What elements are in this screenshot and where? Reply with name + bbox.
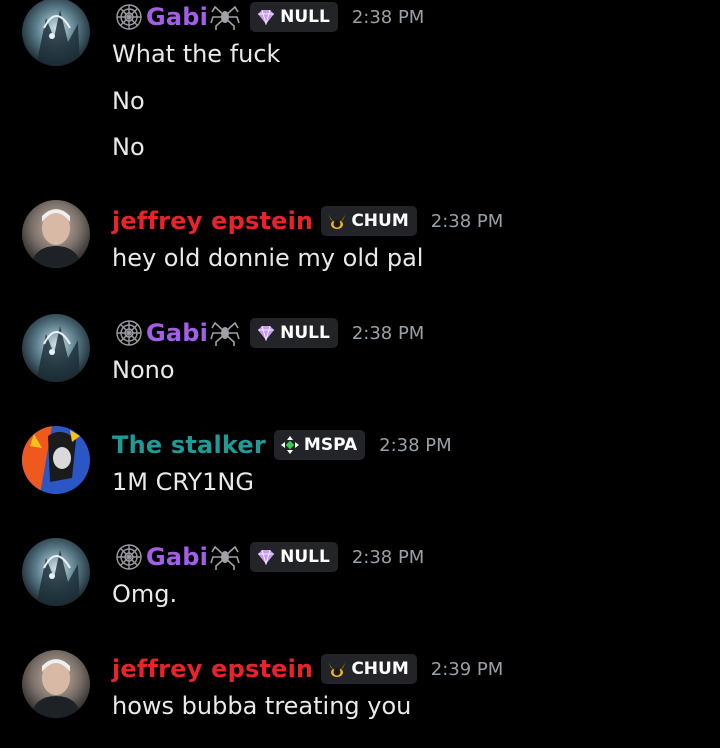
horns-icon [327,659,347,679]
message-text: hows bubba treating you [112,692,412,720]
badge-label: MSPA [303,435,358,455]
message-text: What the fuck [112,40,281,68]
horns-icon [327,211,347,231]
timestamp: 2:38 PM [351,322,425,344]
timestamp: 2:38 PM [351,546,425,568]
badge-label: NULL [280,547,330,567]
role-badge[interactable]: CHUM [321,654,417,684]
message-text: 1M CRY1NG [112,468,254,496]
badge-label: CHUM [351,211,409,231]
gabi-avatar[interactable] [22,538,90,606]
stalker-avatar[interactable] [22,426,90,494]
gem-icon [256,7,276,27]
username[interactable]: Gabi [146,3,208,31]
spider-icon [208,318,242,348]
gabi-avatar[interactable] [22,314,90,382]
diamond-arrows-icon [280,435,300,455]
message-text: Omg. [112,580,178,608]
role-badge[interactable]: NULL [250,318,338,348]
message-text: No [112,87,145,115]
badge-label: NULL [280,323,330,343]
spiderweb-icon [112,542,146,572]
timestamp: 2:38 PM [430,210,504,232]
spiderweb-icon [112,318,146,348]
username[interactable]: jeffrey epstein [112,207,313,235]
message-text: Nono [112,356,175,384]
timestamp: 2:38 PM [351,6,425,28]
spiderweb-icon [112,2,146,32]
username[interactable]: Gabi [146,543,208,571]
username[interactable]: The stalker [112,431,266,459]
role-badge[interactable]: CHUM [321,206,417,236]
timestamp: 2:39 PM [430,658,504,680]
role-badge[interactable]: MSPA [273,430,366,460]
spider-icon [208,542,242,572]
jeffrey-avatar[interactable] [22,650,90,718]
message-text: hey old donnie my old pal [112,244,424,272]
gem-icon [256,323,276,343]
badge-label: CHUM [351,659,409,679]
role-badge[interactable]: NULL [250,2,338,32]
message-text: No [112,133,145,161]
role-badge[interactable]: NULL [250,542,338,572]
gabi-avatar[interactable] [22,0,90,66]
username[interactable]: Gabi [146,319,208,347]
gem-icon [256,547,276,567]
spider-icon [208,2,242,32]
timestamp: 2:38 PM [379,434,452,456]
username[interactable]: jeffrey epstein [112,655,313,683]
badge-label: NULL [280,7,330,27]
jeffrey-avatar[interactable] [22,200,90,268]
